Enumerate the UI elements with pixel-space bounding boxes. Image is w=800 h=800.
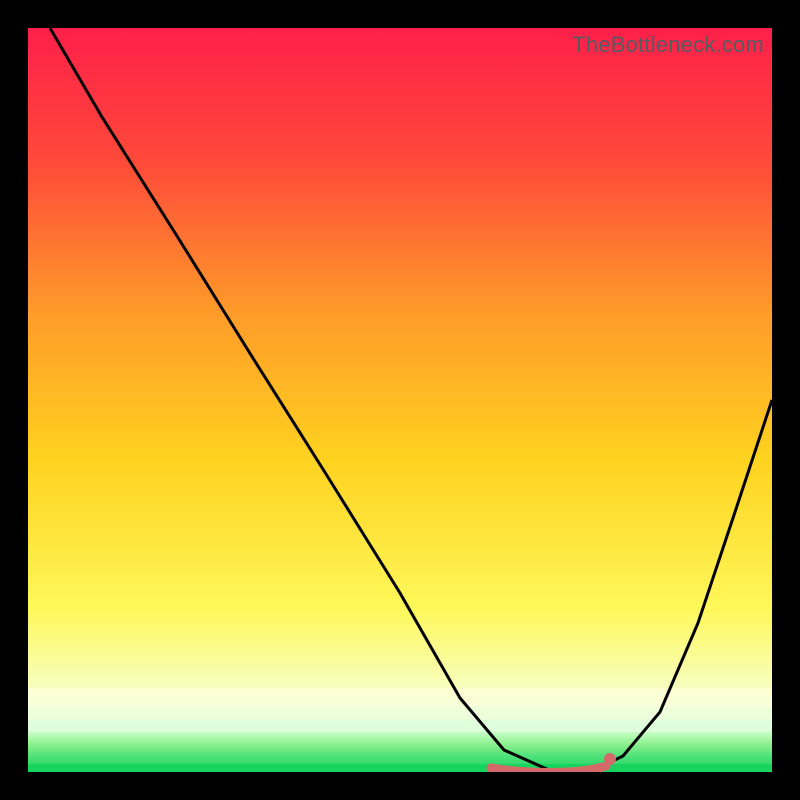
bottleneck-curve xyxy=(28,28,772,772)
valley-accent xyxy=(491,766,606,772)
watermark-text: TheBottleneck.com xyxy=(572,32,764,58)
curve-path xyxy=(50,28,772,770)
valley-end-point xyxy=(604,753,616,765)
chart-frame: TheBottleneck.com xyxy=(28,28,772,772)
